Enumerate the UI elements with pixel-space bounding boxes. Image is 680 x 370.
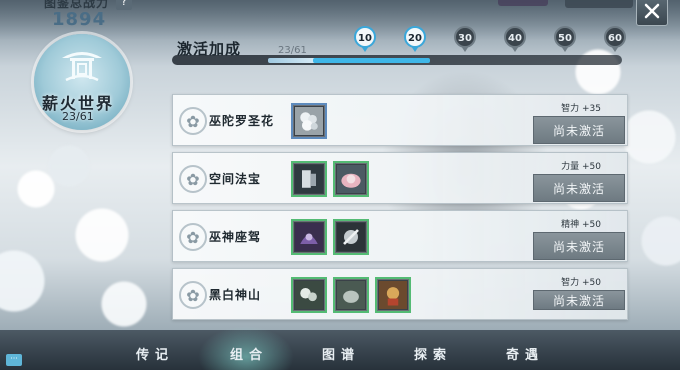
item-slot[interactable] <box>333 219 369 255</box>
milestone-60[interactable]: 60 <box>604 26 626 54</box>
close-button[interactable] <box>636 0 668 26</box>
item-slot[interactable] <box>291 161 327 197</box>
item-slot[interactable] <box>291 277 327 313</box>
combo-name: 巫神座驾 <box>209 230 262 244</box>
warrior-icon <box>379 281 407 309</box>
close-icon <box>644 3 660 19</box>
flower-emblem-icon: ✿ <box>179 281 207 309</box>
pavilion-icon <box>62 52 102 82</box>
combo-name: 黑白神山 <box>209 288 262 302</box>
help-button[interactable]: ? <box>116 0 132 10</box>
milestone-label: 50 <box>554 26 576 48</box>
mount-icon <box>295 223 323 251</box>
activate-button[interactable]: 尚未激活 <box>533 174 625 202</box>
tab-encounter[interactable]: 奇遇 <box>506 344 544 363</box>
total-power-value: 1894 <box>52 9 107 30</box>
combo-bonus: 智力 +50 <box>561 278 601 288</box>
flower-emblem-icon: ✿ <box>179 107 207 135</box>
currency-chip[interactable] <box>498 0 548 6</box>
flower-emblem-icon: ✿ <box>179 165 207 193</box>
milestone-label: 10 <box>354 26 376 48</box>
milestone-30[interactable]: 30 <box>454 26 476 54</box>
activate-button[interactable]: 尚未激活 <box>533 116 625 144</box>
activation-count: 23/61 <box>278 45 307 56</box>
tab-combination[interactable]: 组合 <box>230 344 268 363</box>
beast-icon <box>337 281 365 309</box>
tab-biography[interactable]: 传记 <box>136 344 174 363</box>
combo-row[interactable]: ✿ 巫神座驾 精神 +50 尚未激活 <box>172 210 628 262</box>
item-slot[interactable] <box>333 277 369 313</box>
milestone-50[interactable]: 50 <box>554 26 576 54</box>
chat-icon[interactable]: ··· <box>6 354 22 366</box>
activation-progress-fill <box>268 58 317 63</box>
item-slot[interactable] <box>333 161 369 197</box>
item-slot[interactable] <box>291 219 327 255</box>
activation-progress-highlight <box>313 58 430 63</box>
top-right-chip[interactable] <box>565 0 633 8</box>
activate-button[interactable]: 尚未激活 <box>533 232 625 260</box>
world-count: 23/61 <box>62 110 94 123</box>
artifact-icon <box>295 165 323 193</box>
combo-bonus: 力量 +50 <box>561 162 601 172</box>
flower-emblem-icon: ✿ <box>179 223 207 251</box>
combo-bonus: 智力 +35 <box>561 104 601 114</box>
mount-icon <box>337 223 365 251</box>
item-slot[interactable] <box>375 277 411 313</box>
tab-explore[interactable]: 探索 <box>414 344 452 363</box>
item-slot[interactable] <box>291 103 327 139</box>
lotus-treasure-icon <box>337 165 365 193</box>
milestone-label: 30 <box>454 26 476 48</box>
background-blossom-left <box>0 120 190 350</box>
tab-atlas[interactable]: 图谱 <box>322 344 360 363</box>
combo-name: 空间法宝 <box>209 172 262 186</box>
combo-row[interactable]: ✿ 黑白神山 智力 +50 尚未激活 <box>172 268 628 320</box>
milestone-20[interactable]: 20 <box>404 26 426 54</box>
milestone-10[interactable]: 10 <box>354 26 376 54</box>
mountain-icon <box>295 281 323 309</box>
milestone-label: 60 <box>604 26 626 48</box>
milestone-label: 40 <box>504 26 526 48</box>
combo-bonus: 精神 +50 <box>561 220 601 230</box>
milestone-40[interactable]: 40 <box>504 26 526 54</box>
milestone-label: 20 <box>404 26 426 48</box>
combo-row[interactable]: ✿ 空间法宝 力量 +50 尚未激活 <box>172 152 628 204</box>
combo-row[interactable]: ✿ 巫陀罗圣花 智力 +35 尚未激活 <box>172 94 628 146</box>
white-flower-icon <box>295 107 323 135</box>
combo-name: 巫陀罗圣花 <box>209 114 275 128</box>
activate-button[interactable]: 尚未激活 <box>533 290 625 310</box>
